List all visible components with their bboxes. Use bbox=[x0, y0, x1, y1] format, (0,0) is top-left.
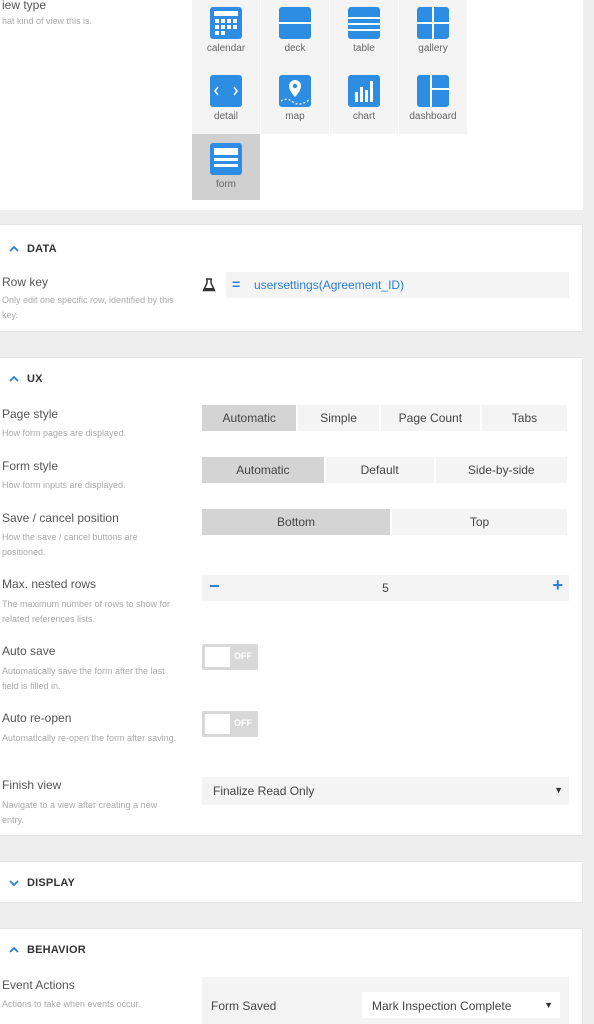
view-type-detail[interactable]: detail bbox=[192, 66, 260, 134]
data-section-title: DATA bbox=[27, 243, 57, 255]
page-style-selector: Automatic Simple Page Count Tabs bbox=[202, 405, 567, 431]
ux-section: UX Page style How form pages are display… bbox=[0, 357, 583, 836]
form-icon bbox=[210, 143, 242, 175]
behavior-section-header[interactable]: BEHAVIOR bbox=[0, 929, 582, 971]
calendar-icon bbox=[210, 7, 242, 39]
save-cancel-selector: Bottom Top bbox=[202, 509, 567, 535]
view-type-map-label: map bbox=[285, 111, 305, 122]
data-section: DATA Row key Only edit one specific row,… bbox=[0, 224, 583, 332]
view-type-calendar[interactable]: calendar bbox=[192, 0, 260, 66]
page-style-description: How form pages are displayed. bbox=[2, 428, 127, 438]
gallery-icon bbox=[417, 7, 449, 39]
form-style-selector: Automatic Default Side-by-side bbox=[202, 457, 567, 483]
view-type-calendar-label: calendar bbox=[206, 43, 246, 54]
view-type-deck[interactable]: deck bbox=[261, 0, 329, 66]
map-icon bbox=[279, 75, 311, 107]
display-section-title: DISPLAY bbox=[27, 877, 76, 889]
event-action-select[interactable]: Mark Inspection Complete ▼ bbox=[362, 992, 560, 1018]
row-key-value: usersettings(Agreement_ID) bbox=[254, 278, 405, 292]
ux-section-header[interactable]: UX bbox=[0, 358, 582, 400]
save-cancel-label: Save / cancel position bbox=[2, 511, 119, 525]
form-style-option-automatic[interactable]: Automatic bbox=[202, 457, 326, 483]
behavior-section: BEHAVIOR Event Actions Actions to take w… bbox=[0, 928, 583, 1024]
detail-icon bbox=[210, 75, 242, 107]
form-style-option-side-by-side[interactable]: Side-by-side bbox=[436, 457, 567, 483]
chevron-up-icon bbox=[9, 375, 19, 382]
plus-button[interactable]: + bbox=[552, 575, 563, 596]
row-key-field[interactable]: = usersettings(Agreement_ID) bbox=[226, 272, 569, 298]
ux-section-title: UX bbox=[27, 373, 43, 385]
form-style-option-default[interactable]: Default bbox=[326, 457, 436, 483]
chevron-up-icon bbox=[9, 946, 19, 953]
chart-icon bbox=[348, 75, 380, 107]
auto-save-description: Automatically save the form after the la… bbox=[2, 666, 165, 691]
deck-icon bbox=[279, 7, 311, 39]
nested-rows-value[interactable]: 5 bbox=[202, 581, 569, 595]
event-action-row: Form Saved Mark Inspection Complete ▼ bbox=[202, 989, 569, 1023]
view-type-chart-label: chart bbox=[352, 111, 376, 122]
table-icon bbox=[348, 7, 380, 39]
page-style-label: Page style bbox=[2, 407, 59, 421]
nested-rows-description: The maximum number of rows to show for r… bbox=[2, 599, 171, 624]
flask-icon[interactable] bbox=[202, 278, 216, 292]
toggle-knob bbox=[205, 714, 230, 734]
view-type-description: hat kind of view this is. bbox=[2, 16, 93, 26]
auto-reopen-description: Automatically re-open the form after sav… bbox=[2, 733, 177, 743]
save-cancel-option-bottom[interactable]: Bottom bbox=[202, 509, 393, 535]
view-type-gallery[interactable]: gallery bbox=[399, 0, 467, 66]
nested-rows-stepper: − 5 + bbox=[202, 575, 569, 601]
view-type-gallery-label: gallery bbox=[418, 43, 448, 54]
event-actions-label: Event Actions bbox=[2, 978, 75, 992]
dashboard-icon bbox=[417, 75, 449, 107]
view-type-card: iew type hat kind of view this is. calen… bbox=[0, 0, 583, 210]
chevron-down-icon: ▼ bbox=[544, 1000, 553, 1010]
finish-view-label: Finish view bbox=[2, 778, 62, 792]
auto-reopen-state: OFF bbox=[234, 718, 252, 728]
row-key-label: Row key bbox=[2, 275, 49, 289]
view-type-form-label: form bbox=[216, 179, 236, 190]
save-cancel-option-top[interactable]: Top bbox=[392, 509, 567, 535]
page-style-option-simple[interactable]: Simple bbox=[298, 405, 381, 431]
event-actions-list: Form Saved Mark Inspection Complete ▼ bbox=[202, 977, 569, 1024]
display-section: DISPLAY bbox=[0, 861, 583, 903]
finish-view-select[interactable]: Finalize Read Only ▼ bbox=[202, 777, 569, 805]
view-type-deck-label: deck bbox=[284, 43, 306, 54]
auto-save-toggle[interactable]: OFF bbox=[202, 644, 258, 670]
page-style-option-tabs[interactable]: Tabs bbox=[482, 405, 567, 431]
auto-reopen-label: Auto re-open bbox=[2, 711, 72, 725]
toggle-knob bbox=[205, 647, 230, 667]
view-type-chart[interactable]: chart bbox=[330, 66, 398, 134]
auto-reopen-toggle[interactable]: OFF bbox=[202, 711, 258, 737]
view-type-table-label: table bbox=[353, 43, 375, 54]
finish-view-value: Finalize Read Only bbox=[213, 784, 315, 798]
form-style-label: Form style bbox=[2, 459, 59, 473]
behavior-section-title: BEHAVIOR bbox=[27, 944, 86, 956]
view-type-dashboard-label: dashboard bbox=[409, 111, 457, 122]
chevron-up-icon bbox=[9, 245, 19, 252]
chevron-down-icon: ▼ bbox=[554, 785, 563, 795]
page-style-option-automatic[interactable]: Automatic bbox=[202, 405, 299, 431]
row-key-description: Only edit one specific row, identified b… bbox=[2, 295, 174, 320]
page-style-option-page-count[interactable]: Page Count bbox=[381, 405, 482, 431]
display-section-header[interactable]: DISPLAY bbox=[0, 862, 582, 904]
chevron-down-icon bbox=[9, 880, 19, 887]
auto-save-state: OFF bbox=[234, 651, 252, 661]
row-key-operator: = bbox=[232, 276, 241, 292]
view-type-form[interactable]: form bbox=[192, 134, 260, 200]
nested-rows-label: Max. nested rows bbox=[2, 577, 97, 591]
event-name: Form Saved bbox=[211, 999, 277, 1013]
form-style-description: How form inputs are displayed. bbox=[2, 480, 126, 490]
data-section-header[interactable]: DATA bbox=[0, 225, 582, 273]
save-cancel-description: How the save / cancel buttons are positi… bbox=[2, 532, 138, 557]
finish-view-description: Navigate to a view after creating a new … bbox=[2, 800, 158, 825]
view-type-dashboard[interactable]: dashboard bbox=[399, 66, 467, 134]
view-type-detail-label: detail bbox=[214, 111, 238, 122]
view-type-table[interactable]: table bbox=[330, 0, 398, 66]
auto-save-label: Auto save bbox=[2, 644, 56, 658]
view-type-map[interactable]: map bbox=[261, 66, 329, 134]
event-actions-description: Actions to take when events occur. bbox=[2, 999, 141, 1009]
view-type-label: iew type bbox=[2, 0, 47, 12]
event-action-value: Mark Inspection Complete bbox=[372, 999, 512, 1013]
